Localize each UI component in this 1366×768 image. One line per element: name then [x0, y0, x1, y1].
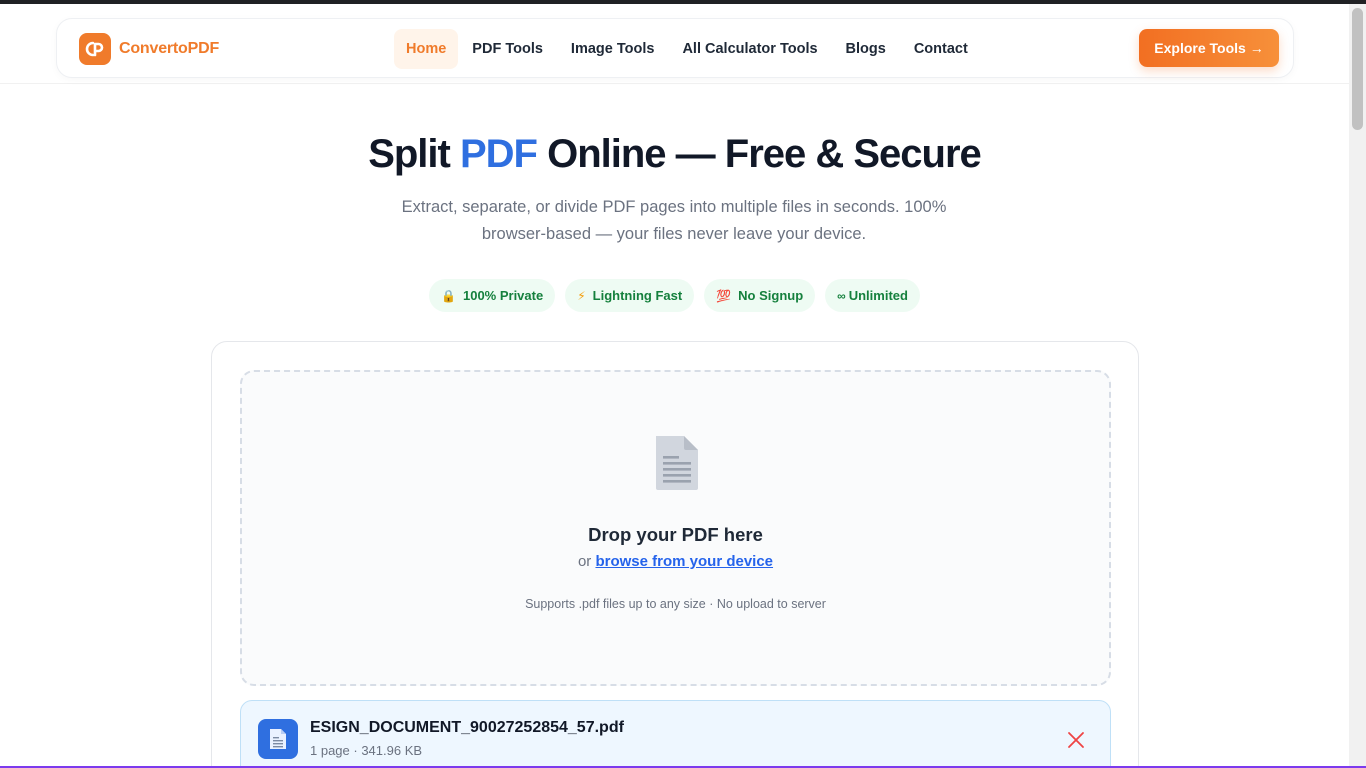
dropzone-browse-line: or browse from your device [242, 553, 1109, 570]
brand[interactable]: ConvertoPDF [79, 33, 219, 65]
infinity-icon: ∞ [837, 288, 846, 303]
nav-link-blogs[interactable]: Blogs [832, 29, 900, 69]
title-pre: Split [368, 132, 460, 176]
feature-badges: 🔒 100% Private ⚡ Lightning Fast 💯 No Sig… [0, 279, 1349, 312]
dropzone-or-text: or [577, 553, 596, 570]
split-tool-card: Drop your PDF here or browse from your d… [211, 341, 1139, 768]
dropzone-note: Supports .pdf files up to any size · No … [525, 597, 826, 611]
badge-label: Unlimited [848, 288, 908, 303]
brand-name: ConvertoPDF [119, 40, 220, 57]
badge-no-signup: 💯 No Signup [704, 279, 816, 312]
page-scrollbar[interactable] [1349, 4, 1366, 766]
nav-link-home[interactable]: Home [394, 29, 459, 69]
badge-private: 🔒 100% Private [429, 279, 556, 312]
pdf-dropzone[interactable]: Drop your PDF here or browse from your d… [240, 370, 1111, 686]
close-icon[interactable] [1065, 729, 1087, 751]
main-navbar: ConvertoPDF Home PDF Tools Image Tools A… [56, 18, 1294, 78]
nav-link-pdf-tools[interactable]: PDF Tools [458, 29, 557, 69]
lightning-icon: ⚡ [577, 288, 586, 303]
scrollbar-thumb[interactable] [1352, 8, 1363, 130]
file-icon [258, 719, 298, 759]
lock-icon: 🔒 [441, 288, 456, 303]
nav-link-contact[interactable]: Contact [900, 29, 982, 69]
nav-links: Home PDF Tools Image Tools All Calculato… [394, 29, 982, 69]
badge-label: Lightning Fast [592, 288, 683, 303]
page-title: Split PDF Online — Free & Secure [0, 132, 1349, 177]
badge-fast: ⚡ Lightning Fast [565, 279, 695, 312]
explore-tools-button[interactable]: Explore Tools → [1139, 29, 1279, 67]
hundred-icon: 💯 [716, 288, 732, 303]
title-accent: PDF [459, 132, 538, 176]
nav-link-image-tools[interactable]: Image Tools [557, 29, 669, 69]
dropzone-title: Drop your PDF here [588, 524, 763, 545]
file-name: ESIGN_DOCUMENT_90027252854_57.pdf [310, 719, 624, 736]
document-icon [652, 434, 702, 497]
badge-label: 100% Private [462, 288, 544, 303]
badge-label: No Signup [738, 288, 804, 303]
selected-file-row: ESIGN_DOCUMENT_90027252854_57.pdf 1 page… [240, 700, 1111, 768]
badge-unlimited: ∞ Unlimited [825, 279, 920, 312]
title-post: Online — Free & Secure [536, 132, 982, 176]
nav-link-calculator-tools[interactable]: All Calculator Tools [668, 29, 831, 69]
cp-logo-icon [79, 33, 111, 65]
file-meta: 1 page · 341.96 KB [310, 743, 423, 758]
browse-device-link[interactable]: browse from your device [595, 553, 773, 570]
site-header: ConvertoPDF Home PDF Tools Image Tools A… [0, 4, 1349, 84]
page-subtitle: Extract, separate, or divide PDF pages i… [401, 198, 947, 243]
